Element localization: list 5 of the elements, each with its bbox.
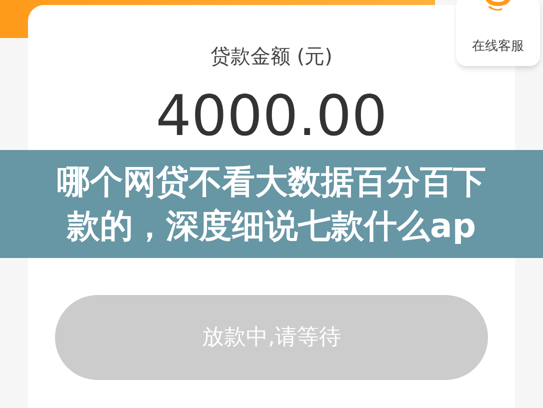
loan-amount: 4000.00 — [156, 89, 388, 145]
loan-amount-label: 贷款金额 (元) — [210, 43, 332, 70]
customer-service-label: 在线客服 — [472, 38, 524, 56]
banner-title: 哪个网贷不看大数据百分百下款的，深度细说七款什么ap — [56, 161, 487, 247]
customer-service-button[interactable]: 在线客服 — [456, 0, 540, 66]
